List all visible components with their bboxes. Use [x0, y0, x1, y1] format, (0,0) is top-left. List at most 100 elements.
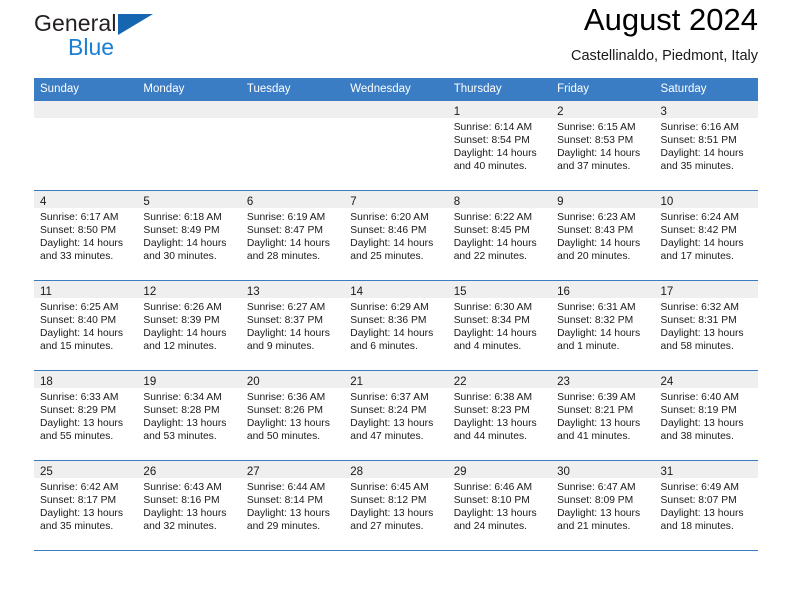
calendar-empty-cell [137, 101, 241, 191]
calendar-day-cell[interactable]: 17 Sunrise: 6:32 AM Sunset: 8:31 PM Dayligh… [654, 280, 758, 371]
day-number-band: 23 [551, 371, 655, 388]
sunset-time: Sunset: 8:39 PM [143, 315, 220, 327]
sunset-time: Sunset: 8:07 PM [660, 495, 737, 507]
calendar-day-cell[interactable]: 20 Sunrise: 6:36 AM Sunset: 8:26 PM Dayligh… [240, 370, 345, 461]
calendar-day-cell[interactable]: 31 Sunrise: 6:49 AM Sunset: 8:07 PM Dayligh… [654, 460, 758, 551]
sunset-time: Sunset: 8:17 PM [40, 495, 117, 507]
calendar-day-cell[interactable]: 18 Sunrise: 6:33 AM Sunset: 8:29 PM Dayligh… [34, 370, 138, 461]
day-number-band: 27 [240, 461, 345, 478]
calendar-day-cell[interactable]: 19 Sunrise: 6:34 AM Sunset: 8:28 PM Dayligh… [137, 370, 241, 461]
calendar-day-cell[interactable]: 24 Sunrise: 6:40 AM Sunset: 8:19 PM Dayligh… [654, 370, 758, 461]
day-number-band: 29 [447, 461, 552, 478]
sunset-time: Sunset: 8:29 PM [40, 405, 117, 417]
calendar-empty-cell [344, 101, 448, 191]
daylight-duration-line1: Daylight: 13 hours [143, 418, 227, 430]
day-sun-info: Sunrise: 6:20 AM Sunset: 8:46 PM Daylight:… [344, 208, 447, 263]
logo-flag-icon [117, 14, 153, 35]
calendar-day-cell[interactable]: 13 Sunrise: 6:27 AM Sunset: 8:37 PM Dayligh… [240, 280, 345, 371]
calendar-day-cell[interactable]: 23 Sunrise: 6:39 AM Sunset: 8:21 PM Dayligh… [551, 370, 655, 461]
sunrise-time: Sunrise: 6:18 AM [143, 212, 222, 223]
general-blue-logo[interactable]: General Blue [34, 0, 153, 59]
sunset-time: Sunset: 8:23 PM [453, 405, 530, 417]
logo-text-general: General [34, 12, 153, 35]
day-cell-inner: 19 Sunrise: 6:34 AM Sunset: 8:28 PM Dayligh… [137, 371, 241, 460]
sunset-time: Sunset: 8:28 PM [143, 405, 220, 417]
daylight-duration-line2: and 6 minutes. [350, 341, 418, 353]
sunset-time: Sunset: 8:47 PM [246, 225, 323, 237]
sunrise-time: Sunrise: 6:17 AM [40, 212, 119, 223]
day-sun-info: Sunrise: 6:16 AM Sunset: 8:51 PM Daylight:… [655, 118, 758, 173]
day-cell-inner: 24 Sunrise: 6:40 AM Sunset: 8:19 PM Dayligh… [654, 371, 758, 460]
day-cell-inner: 15 Sunrise: 6:30 AM Sunset: 8:34 PM Dayligh… [447, 281, 552, 370]
day-sun-info: Sunrise: 6:26 AM Sunset: 8:39 PM Daylight:… [137, 298, 240, 353]
daylight-duration-line2: and 40 minutes. [453, 161, 527, 173]
daylight-duration-line1: Daylight: 14 hours [350, 328, 434, 340]
daylight-duration-line2: and 9 minutes. [246, 341, 315, 353]
calendar-day-cell[interactable]: 3 Sunrise: 6:16 AM Sunset: 8:51 PM Daylight… [654, 101, 758, 191]
day-number: 4 [40, 196, 47, 208]
calendar-day-cell[interactable]: 12 Sunrise: 6:26 AM Sunset: 8:39 PM Dayligh… [137, 280, 241, 371]
calendar-day-cell[interactable]: 8 Sunrise: 6:22 AM Sunset: 8:45 PM Daylight… [447, 190, 552, 281]
calendar-day-cell[interactable]: 28 Sunrise: 6:45 AM Sunset: 8:12 PM Dayligh… [344, 460, 448, 551]
calendar-week-row: 18 Sunrise: 6:33 AM Sunset: 8:29 PM Dayligh… [34, 370, 758, 461]
day-sun-info: Sunrise: 6:36 AM Sunset: 8:26 PM Daylight:… [241, 388, 344, 443]
calendar-day-cell[interactable]: 15 Sunrise: 6:30 AM Sunset: 8:34 PM Dayligh… [447, 280, 552, 371]
weekday-header-tuesday: Tuesday [240, 78, 345, 101]
sunset-time: Sunset: 8:26 PM [246, 405, 323, 417]
calendar-body: 1 Sunrise: 6:14 AM Sunset: 8:54 PM Daylight… [34, 101, 758, 551]
calendar-day-cell[interactable]: 10 Sunrise: 6:24 AM Sunset: 8:42 PM Dayligh… [654, 190, 758, 281]
daylight-duration-line1: Daylight: 14 hours [246, 328, 330, 340]
day-number: 7 [350, 196, 357, 208]
daylight-duration-line2: and 33 minutes. [40, 251, 114, 263]
calendar-day-cell[interactable]: 30 Sunrise: 6:47 AM Sunset: 8:09 PM Dayligh… [551, 460, 655, 551]
daylight-duration-line1: Daylight: 13 hours [246, 508, 330, 520]
sunset-time: Sunset: 8:40 PM [40, 315, 117, 327]
day-number-band: 17 [654, 281, 758, 298]
sunrise-time: Sunrise: 6:45 AM [350, 482, 429, 493]
sunrise-time: Sunrise: 6:26 AM [143, 302, 222, 313]
calendar-day-cell[interactable]: 7 Sunrise: 6:20 AM Sunset: 8:46 PM Daylight… [344, 190, 448, 281]
daylight-duration-line1: Daylight: 13 hours [40, 418, 123, 430]
calendar-day-cell[interactable]: 1 Sunrise: 6:14 AM Sunset: 8:54 PM Daylight… [447, 101, 552, 191]
day-number-band: 4 [34, 191, 138, 208]
day-number-band: 18 [34, 371, 138, 388]
daylight-duration-line1: Daylight: 14 hours [246, 238, 330, 250]
day-number: 10 [660, 196, 674, 208]
daylight-duration-line1: Daylight: 14 hours [660, 238, 744, 250]
day-cell-inner: 10 Sunrise: 6:24 AM Sunset: 8:42 PM Dayligh… [654, 191, 758, 280]
calendar-day-cell[interactable]: 5 Sunrise: 6:18 AM Sunset: 8:49 PM Daylight… [137, 190, 241, 281]
calendar-day-cell[interactable]: 22 Sunrise: 6:38 AM Sunset: 8:23 PM Dayligh… [447, 370, 552, 461]
sunset-time: Sunset: 8:45 PM [453, 225, 530, 237]
calendar-day-cell[interactable]: 16 Sunrise: 6:31 AM Sunset: 8:32 PM Dayligh… [551, 280, 655, 371]
sunset-time: Sunset: 8:10 PM [453, 495, 530, 507]
calendar-day-cell[interactable]: 25 Sunrise: 6:42 AM Sunset: 8:17 PM Dayligh… [34, 460, 138, 551]
calendar-day-cell[interactable]: 14 Sunrise: 6:29 AM Sunset: 8:36 PM Dayligh… [344, 280, 448, 371]
calendar-day-cell[interactable]: 2 Sunrise: 6:15 AM Sunset: 8:53 PM Daylight… [551, 101, 655, 191]
calendar-day-cell[interactable]: 9 Sunrise: 6:23 AM Sunset: 8:43 PM Daylight… [551, 190, 655, 281]
calendar-day-cell[interactable]: 26 Sunrise: 6:43 AM Sunset: 8:16 PM Dayligh… [137, 460, 241, 551]
day-number: 30 [557, 466, 570, 478]
day-sun-info: Sunrise: 6:38 AM Sunset: 8:23 PM Daylight:… [448, 388, 551, 443]
daylight-duration-line2: and 22 minutes. [453, 251, 527, 263]
day-sun-info: Sunrise: 6:33 AM Sunset: 8:29 PM Daylight:… [34, 388, 137, 443]
sunset-time: Sunset: 8:49 PM [143, 225, 220, 237]
day-sun-info: Sunrise: 6:31 AM Sunset: 8:32 PM Daylight:… [551, 298, 654, 353]
sunset-time: Sunset: 8:16 PM [143, 495, 220, 507]
calendar-day-cell[interactable]: 6 Sunrise: 6:19 AM Sunset: 8:47 PM Daylight… [240, 190, 345, 281]
sunrise-time: Sunrise: 6:36 AM [246, 392, 326, 403]
day-cell-inner: 26 Sunrise: 6:43 AM Sunset: 8:16 PM Dayligh… [137, 461, 241, 550]
calendar-day-cell[interactable]: 27 Sunrise: 6:44 AM Sunset: 8:14 PM Dayligh… [240, 460, 345, 551]
day-number-band: 5 [137, 191, 241, 208]
daylight-duration-line1: Daylight: 14 hours [143, 238, 227, 250]
sunset-time: Sunset: 8:51 PM [660, 135, 737, 147]
calendar-day-cell[interactable]: 21 Sunrise: 6:37 AM Sunset: 8:24 PM Dayligh… [344, 370, 448, 461]
day-number-band: 19 [137, 371, 241, 388]
calendar-day-cell[interactable]: 11 Sunrise: 6:25 AM Sunset: 8:40 PM Dayligh… [34, 280, 138, 371]
daylight-duration-line1: Daylight: 13 hours [557, 508, 641, 520]
calendar-day-cell[interactable]: 4 Sunrise: 6:17 AM Sunset: 8:50 PM Daylight… [34, 190, 138, 281]
calendar-day-cell[interactable]: 29 Sunrise: 6:46 AM Sunset: 8:10 PM Dayligh… [447, 460, 552, 551]
daylight-duration-line2: and 12 minutes. [143, 341, 217, 353]
daylight-duration-line1: Daylight: 14 hours [40, 238, 123, 250]
day-number-band: 15 [447, 281, 552, 298]
day-number: 28 [350, 466, 364, 478]
